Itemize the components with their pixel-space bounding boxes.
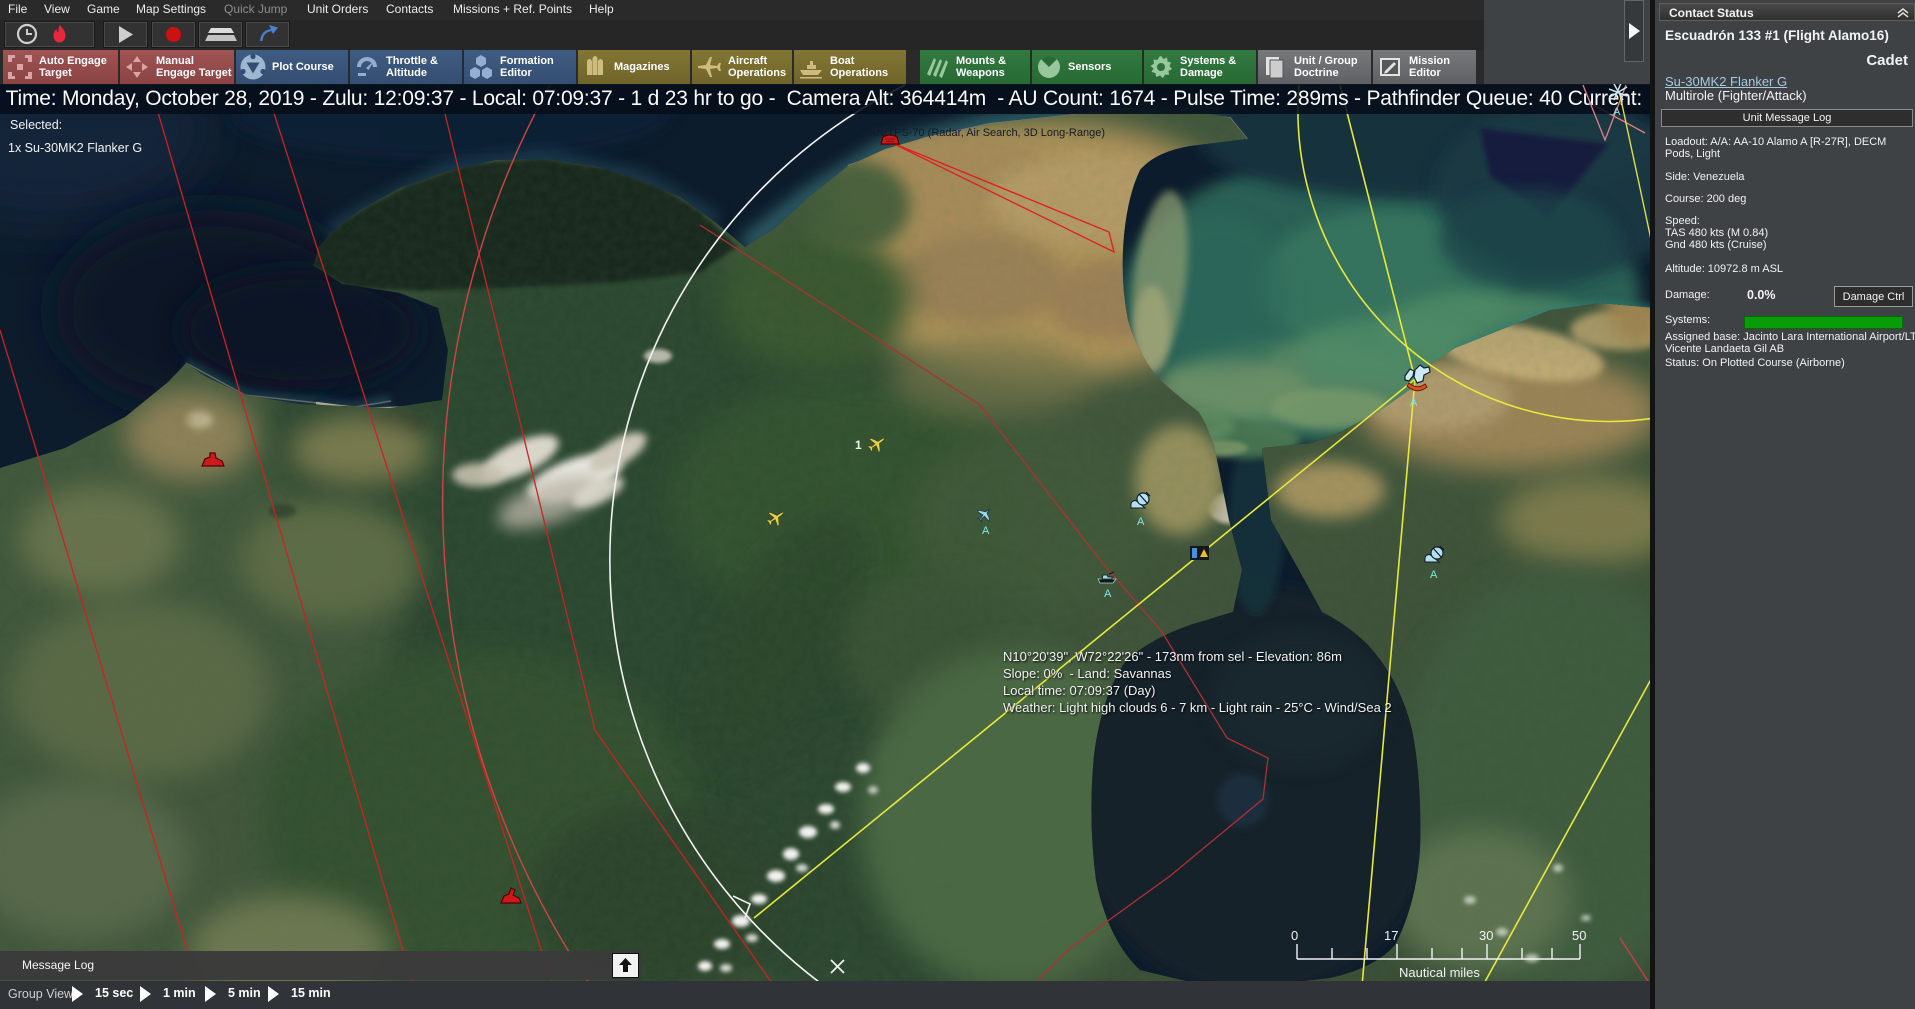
svg-text:A: A xyxy=(1410,397,1418,409)
svg-text:Nautical miles: Nautical miles xyxy=(1399,965,1480,980)
svg-text:Local time: 07:09:37 (Day): Local time: 07:09:37 (Day) xyxy=(1003,683,1155,698)
svg-text:Selected:: Selected: xyxy=(10,118,62,132)
svg-text:0: 0 xyxy=(1291,928,1298,943)
svg-text:A: A xyxy=(1104,588,1112,600)
svg-text:1: 1 xyxy=(855,438,862,452)
svg-text:17: 17 xyxy=(1384,928,1398,943)
svg-text:A: A xyxy=(1430,569,1438,581)
svg-text:30: 30 xyxy=(1479,928,1493,943)
svg-text:Slope: 0% - Land: Savannas: Slope: 0% - Land: Savannas xyxy=(1003,666,1172,681)
svg-text:A: A xyxy=(982,525,990,537)
svg-text:A: A xyxy=(1137,516,1145,528)
svg-text:A: A xyxy=(1613,106,1621,118)
svg-text:N10°20'39", W72°22'26" - 173nm: N10°20'39", W72°22'26" - 173nm from sel … xyxy=(1003,649,1342,664)
svg-text:Weather: Light high clouds 6 -: Weather: Light high clouds 6 - 7 km - Li… xyxy=(1003,700,1392,715)
svg-text:AN/TPS-70 (Radar, Air Search,: AN/TPS-70 (Radar, Air Search, 3D Long-Ra… xyxy=(869,127,1105,139)
svg-text:50: 50 xyxy=(1572,928,1586,943)
svg-text:1x Su-30MK2 Flanker G: 1x Su-30MK2 Flanker G xyxy=(8,141,142,155)
